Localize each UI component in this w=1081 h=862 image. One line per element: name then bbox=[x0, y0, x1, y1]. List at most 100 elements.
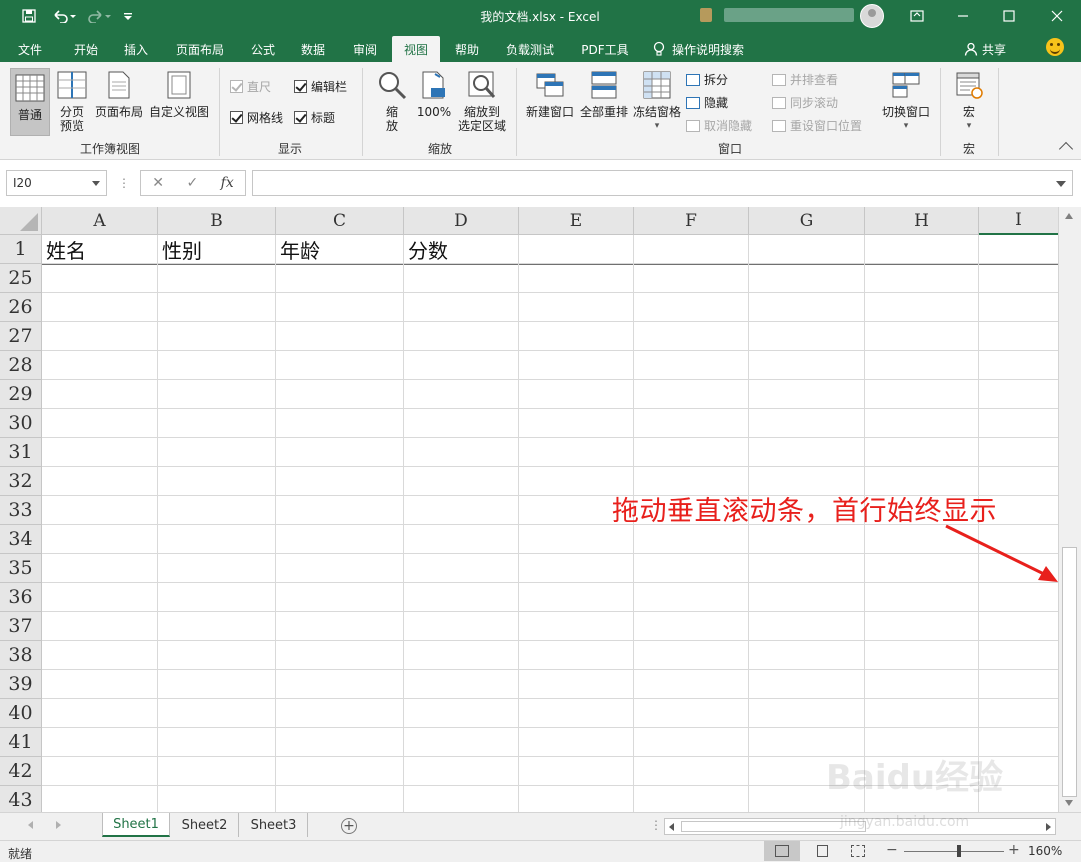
cell-c33[interactable] bbox=[276, 496, 404, 525]
cell-c26[interactable] bbox=[276, 293, 404, 322]
column-header-h[interactable]: H bbox=[865, 207, 979, 235]
cell-c39[interactable] bbox=[276, 670, 404, 699]
cell-b31[interactable] bbox=[158, 438, 276, 467]
cell-i37[interactable] bbox=[979, 612, 1058, 641]
cell-d1[interactable]: 分数 bbox=[404, 235, 519, 264]
row-header-39[interactable]: 39 bbox=[0, 670, 42, 699]
cell-g28[interactable] bbox=[749, 351, 865, 380]
cell-b37[interactable] bbox=[158, 612, 276, 641]
cell-d43[interactable] bbox=[404, 786, 519, 812]
cell-f36[interactable] bbox=[634, 583, 749, 612]
cell-a32[interactable] bbox=[42, 467, 158, 496]
cell-f27[interactable] bbox=[634, 322, 749, 351]
cell-a42[interactable] bbox=[42, 757, 158, 786]
cell-a26[interactable] bbox=[42, 293, 158, 322]
cell-e39[interactable] bbox=[519, 670, 634, 699]
tab-splitter-icon[interactable]: ⋮ bbox=[650, 818, 662, 832]
cell-a35[interactable] bbox=[42, 554, 158, 583]
cell-b32[interactable] bbox=[158, 467, 276, 496]
cell-e38[interactable] bbox=[519, 641, 634, 670]
tab-load-test[interactable]: 负载测试 bbox=[496, 36, 564, 62]
cell-b27[interactable] bbox=[158, 322, 276, 351]
formula-bar-splitter-icon[interactable]: ⋮ bbox=[118, 176, 130, 190]
share-button[interactable]: 共享 bbox=[964, 36, 1006, 62]
tab-insert[interactable]: 插入 bbox=[114, 36, 158, 62]
cell-g34[interactable] bbox=[749, 525, 865, 554]
cell-d32[interactable] bbox=[404, 467, 519, 496]
name-box[interactable]: I20 bbox=[6, 170, 107, 196]
cell-d36[interactable] bbox=[404, 583, 519, 612]
scroll-left-icon[interactable] bbox=[669, 823, 674, 831]
cell-b28[interactable] bbox=[158, 351, 276, 380]
row-header-38[interactable]: 38 bbox=[0, 641, 42, 670]
sheet-tab-sheet1[interactable]: Sheet1 bbox=[102, 813, 170, 837]
cell-c38[interactable] bbox=[276, 641, 404, 670]
name-box-dropdown-icon[interactable] bbox=[92, 181, 100, 186]
cell-d27[interactable] bbox=[404, 322, 519, 351]
tab-review[interactable]: 审阅 bbox=[342, 36, 388, 62]
row-header-29[interactable]: 29 bbox=[0, 380, 42, 409]
cell-b33[interactable] bbox=[158, 496, 276, 525]
row-header-25[interactable]: 25 bbox=[0, 264, 42, 293]
maximize-icon[interactable] bbox=[986, 0, 1032, 32]
scroll-up-icon[interactable] bbox=[1065, 213, 1073, 219]
ribbon-display-icon[interactable] bbox=[894, 0, 940, 32]
switch-windows-button[interactable]: 切换窗口 ▾ bbox=[878, 70, 934, 133]
cell-e43[interactable] bbox=[519, 786, 634, 812]
cell-h1[interactable] bbox=[865, 235, 979, 264]
normal-view-button[interactable]: 普通 bbox=[10, 68, 50, 136]
cell-a31[interactable] bbox=[42, 438, 158, 467]
cell-a36[interactable] bbox=[42, 583, 158, 612]
cell-g38[interactable] bbox=[749, 641, 865, 670]
cell-e42[interactable] bbox=[519, 757, 634, 786]
formula-bar-checkbox[interactable]: 编辑栏 bbox=[294, 78, 347, 95]
cell-e34[interactable] bbox=[519, 525, 634, 554]
split-button[interactable]: 拆分 bbox=[686, 71, 728, 88]
cell-f37[interactable] bbox=[634, 612, 749, 641]
tab-page-layout[interactable]: 页面布局 bbox=[164, 36, 236, 62]
cell-f31[interactable] bbox=[634, 438, 749, 467]
tab-home[interactable]: 开始 bbox=[62, 36, 110, 62]
cell-e40[interactable] bbox=[519, 699, 634, 728]
cell-f40[interactable] bbox=[634, 699, 749, 728]
cell-g35[interactable] bbox=[749, 554, 865, 583]
cell-d25[interactable] bbox=[404, 264, 519, 293]
cell-e25[interactable] bbox=[519, 264, 634, 293]
cell-c37[interactable] bbox=[276, 612, 404, 641]
cell-h38[interactable] bbox=[865, 641, 979, 670]
cell-d31[interactable] bbox=[404, 438, 519, 467]
row-header-43[interactable]: 43 bbox=[0, 786, 42, 812]
zoom-in-icon[interactable]: + bbox=[1008, 842, 1020, 858]
scroll-down-icon[interactable] bbox=[1065, 800, 1073, 806]
cell-g26[interactable] bbox=[749, 293, 865, 322]
cell-d33[interactable] bbox=[404, 496, 519, 525]
cell-e26[interactable] bbox=[519, 293, 634, 322]
cell-d38[interactable] bbox=[404, 641, 519, 670]
macros-button[interactable]: 宏 ▾ bbox=[950, 70, 988, 133]
page-break-preview-button[interactable]: 分页 预览 bbox=[54, 70, 90, 133]
cell-i39[interactable] bbox=[979, 670, 1058, 699]
save-icon[interactable] bbox=[18, 6, 40, 26]
row-header-34[interactable]: 34 bbox=[0, 525, 42, 554]
row-header-28[interactable]: 28 bbox=[0, 351, 42, 380]
cell-b34[interactable] bbox=[158, 525, 276, 554]
new-window-button[interactable]: 新建窗口 bbox=[524, 70, 576, 119]
cell-g30[interactable] bbox=[749, 409, 865, 438]
cell-f38[interactable] bbox=[634, 641, 749, 670]
cell-h37[interactable] bbox=[865, 612, 979, 641]
cell-a43[interactable] bbox=[42, 786, 158, 812]
cell-a39[interactable] bbox=[42, 670, 158, 699]
add-sheet-icon[interactable]: + bbox=[341, 818, 357, 834]
tab-view[interactable]: 视图 bbox=[392, 36, 440, 62]
cell-e30[interactable] bbox=[519, 409, 634, 438]
custom-views-button[interactable]: 自定义视图 bbox=[148, 70, 210, 119]
row-header-32[interactable]: 32 bbox=[0, 467, 42, 496]
cell-d30[interactable] bbox=[404, 409, 519, 438]
cell-i1[interactable] bbox=[979, 235, 1058, 264]
cell-g1[interactable] bbox=[749, 235, 865, 264]
cell-f34[interactable] bbox=[634, 525, 749, 554]
tell-me-search[interactable]: 操作说明搜索 bbox=[652, 36, 744, 62]
cell-c35[interactable] bbox=[276, 554, 404, 583]
hide-button[interactable]: 隐藏 bbox=[686, 94, 728, 111]
close-icon[interactable] bbox=[1034, 0, 1080, 32]
